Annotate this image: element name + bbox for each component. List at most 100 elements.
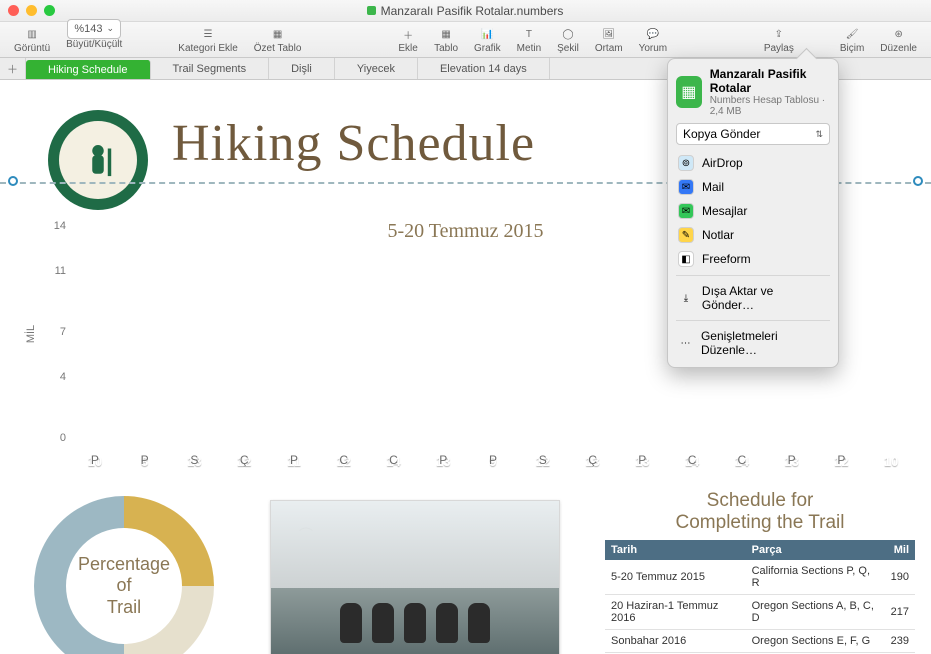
app-icon: ✉: [678, 179, 694, 195]
sheet-tab[interactable]: Yiyecek: [335, 58, 418, 79]
ytick: 11: [55, 265, 66, 277]
organize-button[interactable]: ⊛Düzenle: [872, 25, 925, 54]
view-button[interactable]: ▥ Görüntü: [6, 25, 58, 54]
xtick: S: [174, 450, 216, 472]
document-icon: ▦: [676, 76, 702, 108]
minimize-window-button[interactable]: [26, 5, 37, 16]
shape-button[interactable]: ◯Şekil: [549, 25, 587, 54]
popover-doc-title: Manzaralı Pasifik Rotalar: [710, 67, 830, 95]
table-button[interactable]: ▦Tablo: [426, 25, 466, 54]
zoom-control[interactable]: %143⌄ Büyüt/Küçült: [58, 30, 130, 50]
xtick: P: [472, 450, 514, 472]
sheet-tab[interactable]: Trail Segments: [151, 58, 270, 79]
category-icon: ☰: [198, 25, 218, 43]
bird-icon: ︵: [299, 515, 313, 535]
pivot-button[interactable]: ▦ Özet Tablo: [246, 25, 310, 54]
app-icon: ✎: [678, 227, 694, 243]
xtick: Ç: [223, 450, 265, 472]
table-row[interactable]: 5-20 Temmuz 2015California Sections P, Q…: [605, 560, 915, 595]
photo-placeholder[interactable]: ︵: [270, 500, 560, 654]
guide-handle-left[interactable]: [8, 176, 18, 186]
table-row[interactable]: Sonbahar 2016Oregon Sections E, F, G239: [605, 629, 915, 652]
xtick: S: [522, 450, 564, 472]
table-header[interactable]: Tarih: [605, 540, 746, 560]
media-icon: 🖼: [599, 25, 619, 43]
comment-button[interactable]: 💬Yorum: [631, 25, 676, 54]
share-target-item[interactable]: ✉Mail: [676, 175, 830, 199]
xtick: [870, 450, 912, 472]
share-target-item[interactable]: ✉Mesajlar: [676, 199, 830, 223]
window-controls: [8, 5, 55, 16]
shape-icon: ◯: [558, 25, 578, 43]
text-icon: T: [519, 25, 539, 43]
chart-button[interactable]: 📊Grafik: [466, 25, 509, 54]
export-icon: ⤓: [678, 290, 694, 306]
insert-icon: ＋: [398, 25, 418, 43]
schedule-section: Schedule for Completing the Trail TarihP…: [605, 490, 915, 653]
xtick: P: [771, 450, 813, 472]
xtick: Ç: [572, 450, 614, 472]
chevron-updown-icon: ⇅: [815, 129, 823, 140]
xtick: P: [74, 450, 116, 472]
xtick: C: [671, 450, 713, 472]
yaxis-label: MİL: [25, 325, 37, 343]
share-export-item[interactable]: ⤓ Dışa Aktar ve Gönder…: [676, 280, 830, 316]
insert-button[interactable]: ＋Ekle: [390, 25, 426, 54]
document-type-icon: [367, 6, 376, 15]
donut-label: Percentage of Trail: [34, 496, 214, 654]
share-edit-extensions-item[interactable]: ⋯ Genişletmeleri Düzenle…: [676, 325, 830, 361]
guide-handle-right[interactable]: [913, 176, 923, 186]
pivot-icon: ▦: [268, 25, 288, 43]
share-target-item[interactable]: ✎Notlar: [676, 223, 830, 247]
ytick: 7: [60, 326, 66, 338]
ytick: 0: [60, 432, 66, 444]
format-icon: 🖌: [842, 25, 862, 43]
view-icon: ▥: [22, 25, 42, 43]
sheet-tab[interactable]: Hiking Schedule: [26, 60, 151, 79]
ytick: 14: [54, 220, 66, 232]
schedule-title: Schedule for Completing the Trail: [605, 490, 915, 534]
sheet-tab[interactable]: Elevation 14 days: [418, 58, 550, 79]
zoom-window-button[interactable]: [44, 5, 55, 16]
app-icon: ◧: [678, 251, 694, 267]
table-icon: ▦: [436, 25, 456, 43]
xtick: C: [721, 450, 763, 472]
xtick: P: [820, 450, 862, 472]
share-target-item[interactable]: ⊚AirDrop: [676, 151, 830, 175]
comment-icon: 💬: [643, 25, 663, 43]
window-title: Manzaralı Pasifik Rotalar.numbers: [381, 4, 564, 18]
xtick: P: [422, 450, 464, 472]
table-header[interactable]: Mil: [885, 540, 915, 560]
xtick: P: [621, 450, 663, 472]
schedule-table[interactable]: TarihParçaMil 5-20 Temmuz 2015California…: [605, 540, 915, 653]
ytick: 4: [60, 371, 66, 383]
organize-icon: ⊛: [889, 25, 909, 43]
text-button[interactable]: TMetin: [509, 25, 549, 54]
app-icon: ✉: [678, 203, 694, 219]
add-sheet-button[interactable]: ＋: [0, 58, 26, 79]
app-icon: ⊚: [678, 155, 694, 171]
xtick: P: [124, 450, 166, 472]
share-target-item[interactable]: ◧Freeform: [676, 247, 830, 271]
table-header[interactable]: Parça: [746, 540, 885, 560]
page-title: Hiking Schedule: [172, 114, 535, 173]
share-mode-select[interactable]: Kopya Gönder ⇅: [676, 123, 830, 145]
extensions-icon: ⋯: [678, 335, 693, 351]
share-icon: ⇪: [769, 25, 789, 43]
sheet-tab[interactable]: Dişli: [269, 58, 335, 79]
add-category-button[interactable]: ☰ Kategori Ekle: [170, 25, 245, 54]
xtick: C: [323, 450, 365, 472]
media-button[interactable]: 🖼Ortam: [587, 25, 631, 54]
trail-logo: [48, 110, 148, 210]
chart-icon: 📊: [477, 25, 497, 43]
xtick: C: [373, 450, 415, 472]
share-button[interactable]: ⇪ Paylaş: [756, 25, 802, 54]
window-titlebar: Manzaralı Pasifik Rotalar.numbers: [0, 0, 931, 22]
donut-chart[interactable]: Percentage of Trail: [34, 496, 214, 654]
close-window-button[interactable]: [8, 5, 19, 16]
format-button[interactable]: 🖌Biçim: [832, 25, 872, 54]
table-row[interactable]: 20 Haziran-1 Temmuz 2016Oregon Sections …: [605, 594, 915, 629]
xtick: P: [273, 450, 315, 472]
toolbar: ▥ Görüntü %143⌄ Büyüt/Küçült ☰ Kategori …: [0, 22, 931, 58]
share-popover: ▦ Manzaralı Pasifik Rotalar Numbers Hesa…: [667, 58, 839, 368]
